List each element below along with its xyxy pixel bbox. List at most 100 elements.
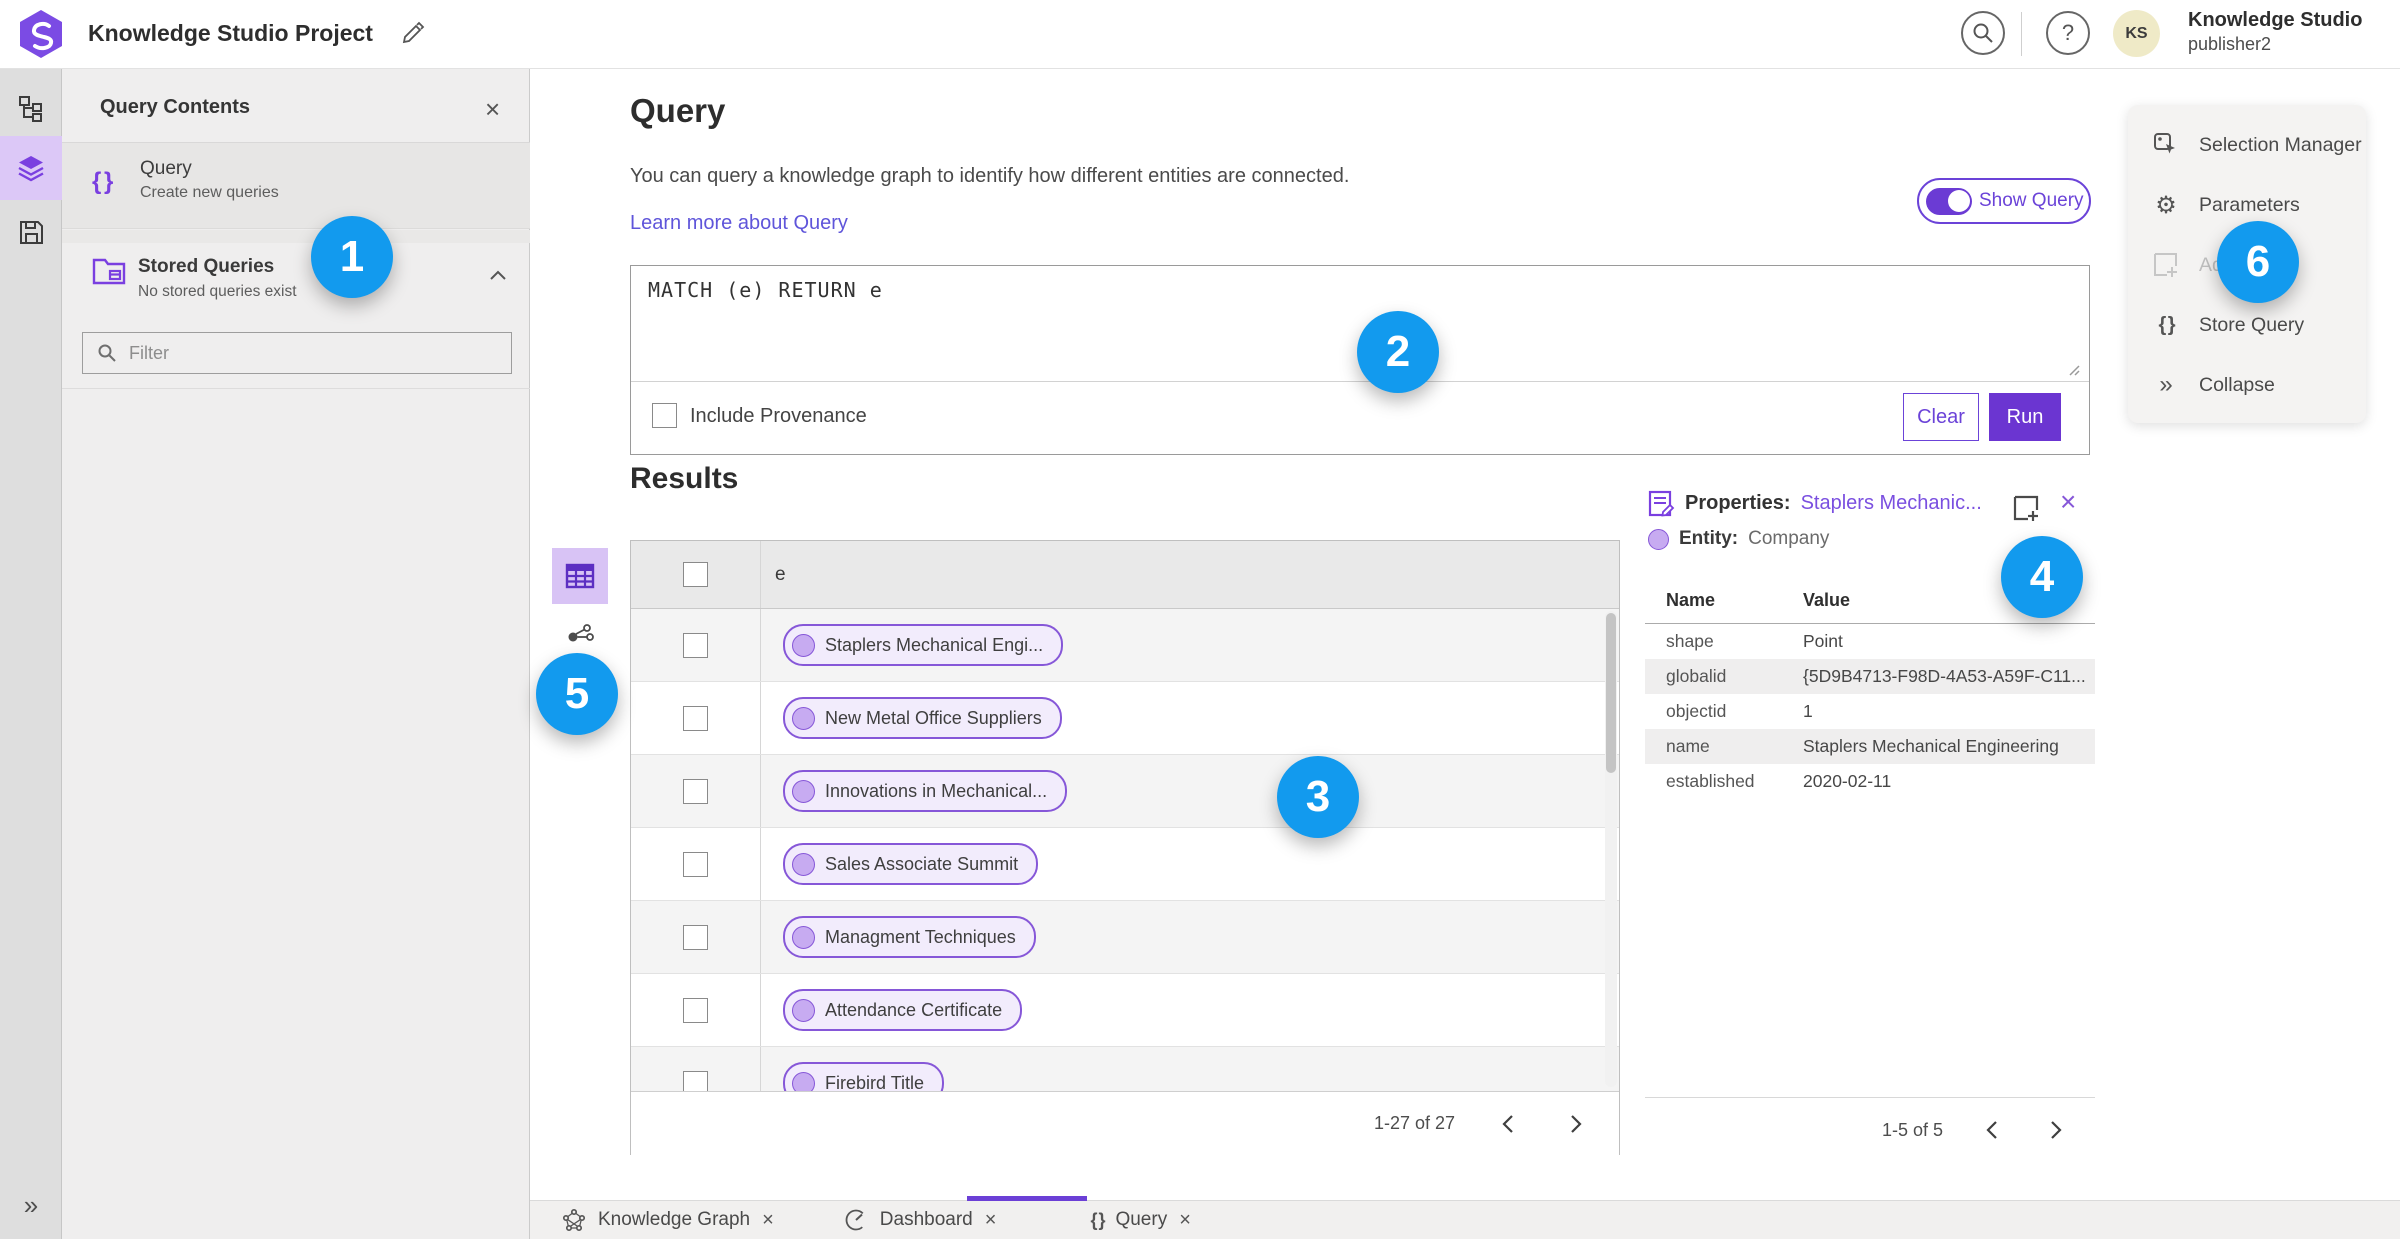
next-page-button[interactable]: [1561, 1109, 1591, 1139]
property-row[interactable]: established 2020-02-11: [1645, 764, 2095, 799]
row-checkbox[interactable]: [683, 924, 708, 950]
learn-more-link[interactable]: Learn more about Query: [630, 212, 848, 235]
table-row[interactable]: Innovations in Mechanical...: [631, 755, 1619, 828]
properties-entity-link[interactable]: Staplers Mechanic...: [1801, 492, 1982, 515]
table-row[interactable]: New Metal Office Suppliers: [631, 682, 1619, 755]
stored-queries-subtitle: No stored queries exist: [138, 283, 297, 300]
property-value: Point: [1803, 631, 1843, 651]
chevron-left-icon: [1502, 1114, 1513, 1133]
next-page-button[interactable]: [2041, 1115, 2071, 1145]
include-provenance-checkbox[interactable]: [652, 403, 677, 428]
entity-label: Staplers Mechanical Engi...: [825, 634, 1044, 655]
annotation-5: 5: [536, 653, 618, 735]
rail-contents-button[interactable]: [0, 136, 62, 200]
link-chart-view-button[interactable]: [560, 616, 600, 656]
row-checkbox[interactable]: [683, 997, 708, 1023]
properties-pagination: 1-5 of 5: [1645, 1105, 2095, 1155]
double-chevron-icon: »: [23, 1189, 39, 1220]
select-all-checkbox[interactable]: [683, 562, 708, 587]
entity-pill[interactable]: Attendance Certificate: [783, 989, 1023, 1031]
property-row[interactable]: objectid 1: [1645, 694, 2095, 729]
entity-label: New Metal Office Suppliers: [825, 707, 1042, 728]
help-button[interactable]: ?: [2046, 11, 2090, 55]
properties-footer-divider: [1645, 1097, 2095, 1098]
collapse-section-button[interactable]: [489, 270, 507, 281]
entity-dot-icon: [792, 633, 815, 657]
query-item[interactable]: [62, 143, 530, 229]
tab-query-active[interactable]: { } Query ×: [1064, 1201, 1216, 1239]
property-row[interactable]: globalid {5D9B4713-F98D-4A53-A59F-C11...: [1645, 659, 2095, 694]
row-checkbox[interactable]: [683, 778, 708, 804]
edit-title-button[interactable]: [398, 20, 428, 50]
property-row[interactable]: name Staplers Mechanical Engineering: [1645, 729, 2095, 764]
previous-page-button[interactable]: [1493, 1109, 1523, 1139]
store-query-button[interactable]: { } Store Query: [2128, 295, 2366, 355]
property-name: name: [1666, 736, 1710, 756]
row-checkbox[interactable]: [683, 632, 708, 658]
rail-schema-button[interactable]: [0, 76, 62, 140]
close-tab-button[interactable]: ×: [762, 1209, 774, 1232]
rail-save-button[interactable]: [0, 200, 62, 264]
query-description: You can query a knowledge graph to ident…: [630, 165, 1350, 187]
row-checkbox[interactable]: [683, 851, 708, 877]
braces-icon: { }: [2158, 313, 2175, 336]
show-query-toggle[interactable]: Show Query: [1917, 178, 2091, 224]
scrollbar[interactable]: [1605, 611, 1617, 1087]
tab-dashboard[interactable]: Dashboard ×: [818, 1201, 1023, 1239]
expand-rail-button[interactable]: »: [0, 1180, 62, 1230]
selection-manager-button[interactable]: Selection Manager: [2128, 115, 2366, 175]
table-row[interactable]: Sales Associate Summit: [631, 828, 1619, 901]
entity-pill[interactable]: Innovations in Mechanical...: [783, 770, 1068, 812]
entity-dot-icon: [792, 1071, 815, 1091]
entity-label: Attendance Certificate: [825, 999, 1003, 1020]
filter-input[interactable]: [127, 341, 471, 365]
results-title: Results: [630, 462, 739, 495]
pagination-range: 1-27 of 27: [1373, 1113, 1455, 1133]
table-row[interactable]: Managment Techniques: [631, 901, 1619, 974]
entity-pill[interactable]: Firebird Title: [783, 1062, 945, 1091]
row-checkbox[interactable]: [683, 1070, 708, 1091]
property-value: {5D9B4713-F98D-4A53-A59F-C11...: [1803, 666, 2086, 686]
property-row[interactable]: shape Point: [1645, 624, 2095, 659]
add-to-selection-button[interactable]: [2012, 494, 2040, 522]
previous-page-button[interactable]: [1977, 1115, 2007, 1145]
close-properties-button[interactable]: ×: [2060, 486, 2076, 518]
close-panel-button[interactable]: ×: [485, 94, 500, 125]
table-view-button[interactable]: [552, 548, 608, 604]
run-button[interactable]: Run: [1989, 393, 2061, 441]
entity-pill[interactable]: Sales Associate Summit: [783, 843, 1039, 885]
table-row[interactable]: Attendance Certificate: [631, 974, 1619, 1047]
table-row[interactable]: Firebird Title: [631, 1047, 1619, 1091]
pencil-icon: [402, 21, 425, 44]
user-name: Knowledge Studio: [2188, 9, 2363, 31]
table-row[interactable]: Staplers Mechanical Engi...: [631, 609, 1619, 682]
results-table-body: Staplers Mechanical Engi... New Metal Of…: [631, 609, 1619, 1091]
clear-button[interactable]: Clear: [1903, 393, 1979, 441]
entity-label: Sales Associate Summit: [825, 853, 1019, 874]
show-query-label: Show Query: [1979, 190, 2084, 211]
avatar[interactable]: KS: [2113, 10, 2160, 57]
knowledge-graph-icon: [562, 1208, 586, 1232]
close-tab-button[interactable]: ×: [985, 1209, 997, 1232]
query-editor-textarea[interactable]: MATCH (e) RETURN e: [648, 278, 883, 302]
tab-label: Knowledge Graph: [598, 1209, 751, 1230]
panel-divider: [62, 388, 530, 389]
column-header-e: e: [775, 563, 786, 585]
entity-pill[interactable]: Managment Techniques: [783, 916, 1036, 958]
filter-field[interactable]: [82, 332, 512, 374]
search-button[interactable]: [1961, 11, 2005, 55]
hexagon-logo-icon: [20, 10, 62, 58]
close-tab-button[interactable]: ×: [1179, 1209, 1191, 1232]
scrollbar-thumb[interactable]: [1606, 613, 1616, 773]
entity-pill[interactable]: Staplers Mechanical Engi...: [783, 624, 1064, 666]
resize-grip-icon[interactable]: [2066, 362, 2080, 376]
entity-pill[interactable]: New Metal Office Suppliers: [783, 697, 1062, 739]
collapse-menu-button[interactable]: » Collapse: [2128, 355, 2366, 415]
project-title: Knowledge Studio Project: [88, 20, 373, 46]
user-role: publisher2: [2188, 34, 2272, 54]
column-name: Name: [1666, 590, 1716, 610]
row-checkbox[interactable]: [683, 705, 708, 731]
tab-knowledge-graph[interactable]: Knowledge Graph ×: [536, 1201, 800, 1239]
annotation-2: 2: [1357, 311, 1439, 393]
property-name: objectid: [1666, 701, 1727, 721]
